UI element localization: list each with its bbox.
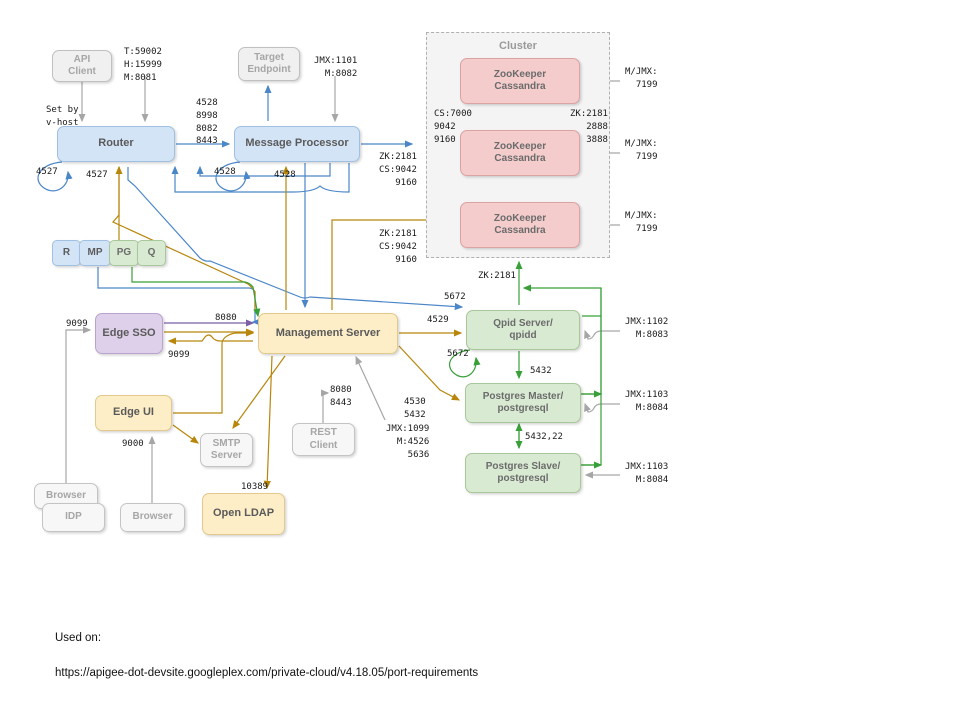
node-mgmt-server: Management Server: [258, 313, 398, 354]
port-label-lbl-set-by-vhost: Set by v-host: [46, 105, 79, 128]
port-label-lbl-zk-ports: ZK:2181 2888 3888: [570, 109, 608, 145]
port-label-lbl-mp-jmx: JMX:1101 M:8082: [314, 56, 358, 79]
component-label: R: [62, 246, 71, 258]
wire-mgmt-sso: [167, 334, 253, 345]
component-label: MP: [87, 246, 103, 258]
wire-edgeui-smtp: [172, 424, 199, 444]
port-label-lbl-zk2-jmx: M/JMX: 7199: [625, 139, 658, 162]
wire-jmx-qpid: [584, 329, 620, 340]
port-label-lbl-ms-zk: ZK:2181 CS:9042 9160: [379, 229, 417, 265]
port-label-lbl-8080-8443: 8080 8443: [330, 385, 352, 408]
node-label: API Client: [68, 53, 96, 77]
node-label: Message Processor: [245, 137, 349, 150]
node-label: Postgres Master/ postgresql: [482, 390, 564, 414]
port-label-lbl-zk3-jmx: M/JMX: 7199: [625, 211, 658, 234]
node-label: ZooKeeper Cassandra: [493, 140, 547, 164]
node-label: Edge UI: [113, 406, 154, 419]
node-zk-cass-1: ZooKeeper Cassandra: [460, 58, 580, 104]
component-strip-mp: MP: [79, 240, 111, 266]
node-open-ldap: Open LDAP: [202, 493, 285, 535]
component-strip-r: R: [52, 240, 81, 266]
node-edge-sso: Edge SSO: [95, 313, 163, 354]
port-label-lbl-9099-right: 9099: [168, 350, 190, 360]
port-label-lbl-pgs-jmx: JMX:1103 M:8084: [625, 462, 669, 485]
port-label-lbl-qpid-jmx: JMX:1102 M:8083: [625, 317, 669, 340]
port-label-lbl-mp-up: 4528: [274, 170, 296, 180]
caption: Used on: https://apigee-dot-devsite.goog…: [55, 612, 478, 701]
port-label-lbl-zk1-jmx: M/JMX: 7199: [625, 67, 658, 90]
port-label-lbl-mp-in: 4528 8998 8082 8443: [196, 98, 218, 147]
caption-line-1: Used on:: [55, 631, 102, 644]
port-label-lbl-router-up: 4527: [86, 170, 108, 180]
node-idp: IDP: [42, 503, 105, 532]
node-zk-cass-3: ZooKeeper Cassandra: [460, 202, 580, 248]
node-label: Edge SSO: [102, 326, 156, 339]
caption-line-2: https://apigee-dot-devsite.googleplex.co…: [55, 667, 479, 680]
node-label: REST Client: [309, 427, 338, 451]
node-qpid-server: Qpid Server/ qpidd: [466, 310, 580, 350]
wire-strip-pg-mgmt: [131, 267, 261, 318]
node-postgres-master: Postgres Master/ postgresql: [465, 383, 581, 423]
port-label-lbl-router-loop: 4527: [36, 167, 58, 177]
node-label: Management Server: [275, 326, 381, 339]
port-label-lbl-10389: 10389: [241, 482, 269, 492]
cluster-title: Cluster: [499, 40, 537, 52]
port-label-lbl-cs-ports: CS:7000 9042 9160: [434, 109, 472, 145]
node-label: Browser: [132, 511, 173, 523]
component-label: Q: [147, 246, 156, 258]
port-label-lbl-5432: 5432: [530, 366, 552, 376]
node-target-endpoint: Target Endpoint: [238, 47, 300, 81]
node-label: ZooKeeper Cassandra: [493, 68, 547, 92]
component-strip-pg: PG: [109, 240, 139, 266]
port-label-lbl-4529: 4529: [427, 315, 449, 325]
node-label: IDP: [65, 511, 82, 523]
node-label: Router: [98, 137, 134, 150]
wire-mgmt-ldap: [263, 355, 273, 490]
node-postgres-slave: Postgres Slave/ postgresql: [465, 453, 581, 493]
port-label-lbl-pgm-jmx: JMX:1103 M:8084: [625, 390, 669, 413]
node-browser-2: Browser: [120, 503, 185, 532]
wire-mp-router-return: [171, 163, 350, 193]
port-label-lbl-5672-loop: 5672: [447, 349, 469, 359]
wire-edgeui-mgmt: [173, 329, 255, 414]
port-label-lbl-5432-22: 5432,22: [525, 432, 563, 442]
node-message-processor: Message Processor: [234, 126, 360, 162]
wire-restclient-ms: [320, 389, 330, 423]
diagram-canvas: Cluster API Client Router Target Endpoin…: [0, 0, 960, 720]
node-edge-ui: Edge UI: [95, 395, 172, 431]
node-label: Qpid Server/ qpidd: [493, 317, 553, 341]
port-label-lbl-mp-zk-1: ZK:2181 CS:9042 9160: [379, 152, 417, 188]
node-router: Router: [57, 126, 175, 162]
node-zk-cass-2: ZooKeeper Cassandra: [460, 130, 580, 176]
port-label-lbl-8080-sso: 8080: [215, 313, 237, 323]
port-label-lbl-9000: 9000: [122, 439, 144, 449]
node-label: ZooKeeper Cassandra: [493, 212, 547, 236]
port-label-lbl-router-in: T:59002 H:15999 M:8081: [124, 47, 162, 83]
port-label-lbl-ms-jmx: JMX:1099 M:4526 5636: [386, 424, 430, 460]
node-api-client: API Client: [52, 50, 112, 82]
port-label-lbl-pg-ports: 4530 5432: [404, 397, 426, 420]
port-label-lbl-qpid-zk: ZK:2181: [478, 271, 516, 281]
node-label: Postgres Slave/ postgresql: [485, 460, 561, 484]
wire-msjmx-ms: [355, 355, 386, 421]
port-label-lbl-mp-loop: 4528: [214, 167, 236, 177]
node-smtp-server: SMTP Server: [200, 433, 253, 467]
node-label: Browser: [45, 489, 86, 501]
wire-jmx-pgmaster: [584, 402, 620, 413]
component-strip-q: Q: [137, 240, 166, 266]
port-label-lbl-9099-left: 9099: [66, 319, 88, 329]
wire-mgmt-smtp: [232, 355, 286, 429]
node-label: Target Endpoint: [247, 51, 291, 75]
wire-browser1-sso: [65, 326, 92, 483]
port-label-lbl-5672-in: 5672: [444, 292, 466, 302]
node-label: SMTP Server: [210, 437, 243, 461]
component-label: PG: [116, 246, 132, 258]
node-rest-client: REST Client: [292, 423, 355, 456]
node-label: Open LDAP: [212, 507, 275, 520]
